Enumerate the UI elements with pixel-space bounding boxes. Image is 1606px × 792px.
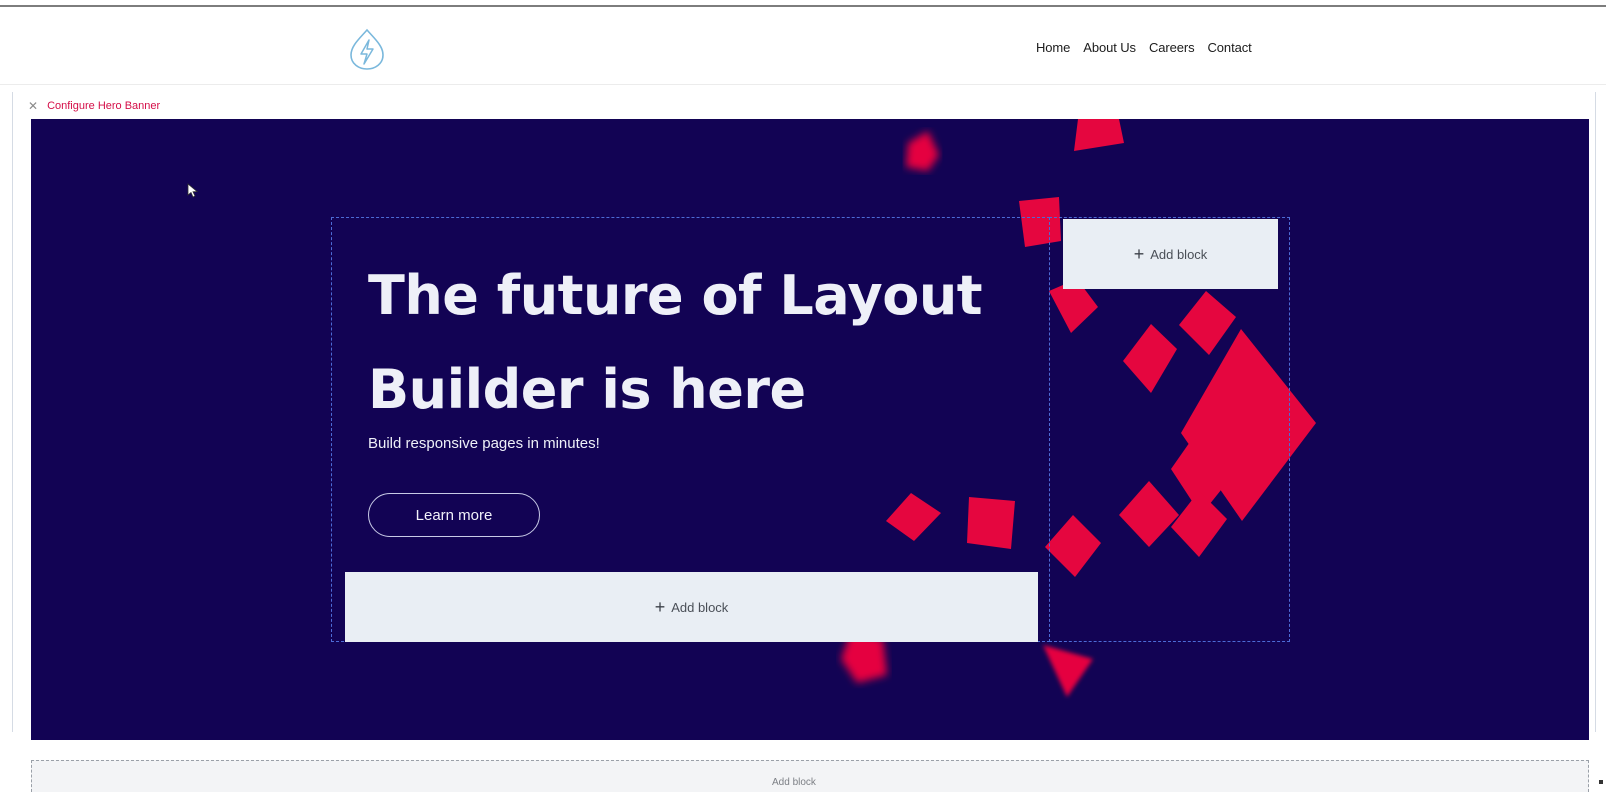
bolt-drop-logo-icon[interactable] <box>345 27 389 71</box>
nav-about-us[interactable]: About Us <box>1083 40 1136 55</box>
plus-icon: + <box>1133 244 1145 264</box>
main-nav: Home About Us Careers Contact <box>1036 40 1252 55</box>
nav-careers[interactable]: Careers <box>1149 40 1195 55</box>
configure-section-bar: ✕ Configure Hero Banner <box>28 98 160 114</box>
nav-contact[interactable]: Contact <box>1208 40 1252 55</box>
scrollbar-marker <box>1599 780 1603 784</box>
hero-title: The future of Layout Builder is here <box>368 249 1008 437</box>
add-block-button-main[interactable]: + Add block <box>345 572 1038 642</box>
hero-subtitle: Build responsive pages in minutes! <box>368 435 600 452</box>
hero-title-line-1: The future of Layout <box>368 264 983 327</box>
add-block-main-label: Add block <box>671 599 729 615</box>
hero-title-line-2: Builder is here <box>368 358 806 421</box>
add-block-button-side[interactable]: + Add block <box>1063 219 1278 289</box>
plus-icon: + <box>654 597 666 617</box>
learn-more-button[interactable]: Learn more <box>368 493 540 537</box>
configure-hero-banner-link[interactable]: Configure Hero Banner <box>47 100 160 112</box>
nav-home[interactable]: Home <box>1036 40 1070 55</box>
hero-banner: The future of Layout Builder is here Bui… <box>31 119 1589 740</box>
mouse-cursor-icon <box>187 183 199 198</box>
site-header: Home About Us Careers Contact <box>0 7 1606 85</box>
close-icon[interactable]: ✕ <box>28 100 38 112</box>
add-block-side-label: Add block <box>1150 246 1208 262</box>
left-guide-line <box>12 92 13 732</box>
next-section-dropzone: Add block <box>31 760 1589 792</box>
right-guide-line <box>1595 92 1596 732</box>
next-section-add-block-label[interactable]: Add block <box>772 777 816 788</box>
